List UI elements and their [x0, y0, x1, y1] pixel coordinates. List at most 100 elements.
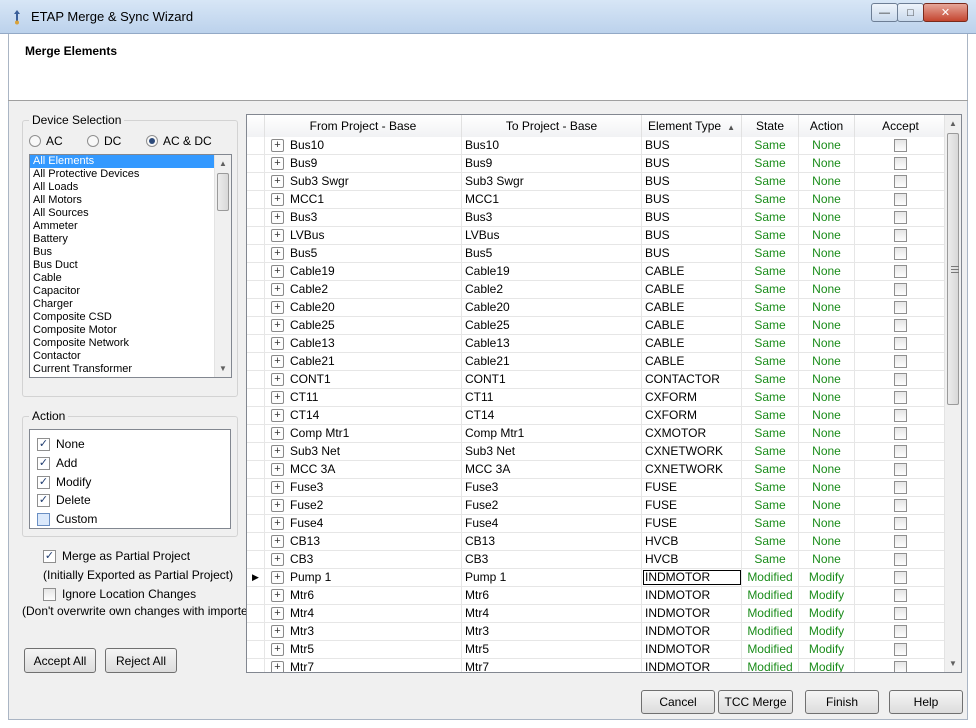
- accept-cell[interactable]: [855, 263, 946, 280]
- to-cell[interactable]: CB3: [462, 551, 642, 568]
- accept-checkbox[interactable]: [893, 427, 907, 440]
- column-header-accept[interactable]: Accept: [855, 115, 946, 137]
- row-header[interactable]: [247, 317, 265, 334]
- grid-row[interactable]: + CT14 CT14 CXFORM Same None: [247, 407, 946, 425]
- to-cell[interactable]: MCC1: [462, 191, 642, 208]
- action-cell[interactable]: Modify: [799, 587, 855, 604]
- grid-row[interactable]: ▶ + Pump 1 Pump 1 INDMOTOR Modified Modify: [247, 569, 946, 587]
- accept-cell[interactable]: [855, 623, 946, 640]
- row-header[interactable]: [247, 281, 265, 298]
- action-add[interactable]: ✓ Add: [37, 456, 77, 470]
- row-header[interactable]: [247, 245, 265, 262]
- expand-icon[interactable]: +: [271, 643, 284, 656]
- accept-cell[interactable]: [855, 659, 946, 672]
- row-header[interactable]: [247, 659, 265, 672]
- action-cell[interactable]: None: [799, 155, 855, 172]
- radio-ac-indicator[interactable]: [29, 135, 41, 147]
- action-cell[interactable]: None: [799, 227, 855, 244]
- action-cell[interactable]: Modify: [799, 641, 855, 658]
- radio-ac-dc[interactable]: AC & DC: [146, 134, 212, 148]
- action-delete[interactable]: ✓ Delete: [37, 493, 91, 507]
- grid-scroll-down-icon[interactable]: ▼: [945, 655, 961, 672]
- to-cell[interactable]: Fuse3: [462, 479, 642, 496]
- action-cell[interactable]: None: [799, 389, 855, 406]
- from-cell[interactable]: + Fuse3: [265, 479, 462, 496]
- column-header-state[interactable]: State: [742, 115, 799, 137]
- help-button[interactable]: Help: [889, 690, 963, 714]
- from-cell[interactable]: + Sub3 Net: [265, 443, 462, 460]
- accept-cell[interactable]: [855, 641, 946, 658]
- tcc-merge-button[interactable]: TCC Merge: [718, 690, 793, 714]
- from-cell[interactable]: + CONT1: [265, 371, 462, 388]
- expand-icon[interactable]: +: [271, 373, 284, 386]
- grid-row[interactable]: + Cable25 Cable25 CABLE Same None: [247, 317, 946, 335]
- expand-icon[interactable]: +: [271, 193, 284, 206]
- expand-icon[interactable]: +: [271, 247, 284, 260]
- type-cell[interactable]: BUS: [642, 209, 742, 226]
- accept-checkbox[interactable]: [893, 157, 907, 170]
- accept-checkbox[interactable]: [893, 517, 907, 530]
- device-list-item[interactable]: Bus Duct: [30, 259, 231, 272]
- row-header[interactable]: [247, 533, 265, 550]
- accept-checkbox[interactable]: [893, 175, 907, 188]
- expand-icon[interactable]: +: [271, 661, 284, 672]
- accept-checkbox[interactable]: [893, 283, 907, 296]
- from-cell[interactable]: + Mtr4: [265, 605, 462, 622]
- grid-scrollbar[interactable]: ▲ ▼: [944, 115, 961, 672]
- from-cell[interactable]: + CT14: [265, 407, 462, 424]
- to-cell[interactable]: Bus5: [462, 245, 642, 262]
- grid-row[interactable]: + Bus3 Bus3 BUS Same None: [247, 209, 946, 227]
- row-header[interactable]: [247, 263, 265, 280]
- type-cell[interactable]: CXMOTOR: [642, 425, 742, 442]
- type-cell[interactable]: CABLE: [642, 317, 742, 334]
- accept-checkbox[interactable]: [893, 337, 907, 350]
- from-cell[interactable]: + Cable19: [265, 263, 462, 280]
- row-header[interactable]: [247, 173, 265, 190]
- device-list-item[interactable]: Composite Network: [30, 337, 231, 350]
- type-cell[interactable]: FUSE: [642, 497, 742, 514]
- accept-cell[interactable]: [855, 497, 946, 514]
- accept-cell[interactable]: [855, 533, 946, 550]
- action-cell[interactable]: None: [799, 173, 855, 190]
- expand-icon[interactable]: +: [271, 265, 284, 278]
- from-cell[interactable]: + Cable13: [265, 335, 462, 352]
- grid-row[interactable]: + Mtr7 Mtr7 INDMOTOR Modified Modify: [247, 659, 946, 672]
- accept-cell[interactable]: [855, 587, 946, 604]
- grid-row[interactable]: + CB13 CB13 HVCB Same None: [247, 533, 946, 551]
- action-modify[interactable]: ✓ Modify: [37, 475, 91, 489]
- expand-icon[interactable]: +: [271, 409, 284, 422]
- accept-checkbox[interactable]: [893, 409, 907, 422]
- type-cell[interactable]: BUS: [642, 191, 742, 208]
- grid-row[interactable]: + LVBus LVBus BUS Same None: [247, 227, 946, 245]
- from-cell[interactable]: + Cable2: [265, 281, 462, 298]
- to-cell[interactable]: CT11: [462, 389, 642, 406]
- expand-icon[interactable]: +: [271, 391, 284, 404]
- type-cell[interactable]: INDMOTOR: [642, 569, 742, 586]
- grid-scroll-thumb[interactable]: [947, 133, 959, 405]
- to-cell[interactable]: Mtr6: [462, 587, 642, 604]
- grid-row[interactable]: + Bus10 Bus10 BUS Same None: [247, 137, 946, 155]
- type-cell[interactable]: CONTACTOR: [642, 371, 742, 388]
- expand-icon[interactable]: +: [271, 535, 284, 548]
- grid-row[interactable]: + Mtr3 Mtr3 INDMOTOR Modified Modify: [247, 623, 946, 641]
- from-cell[interactable]: + Cable25: [265, 317, 462, 334]
- action-cell[interactable]: Modify: [799, 605, 855, 622]
- type-cell[interactable]: FUSE: [642, 479, 742, 496]
- type-cell[interactable]: HVCB: [642, 551, 742, 568]
- type-cell[interactable]: INDMOTOR: [642, 641, 742, 658]
- grid-row[interactable]: + Cable13 Cable13 CABLE Same None: [247, 335, 946, 353]
- type-cell[interactable]: CABLE: [642, 335, 742, 352]
- expand-icon[interactable]: +: [271, 301, 284, 314]
- expand-icon[interactable]: +: [271, 355, 284, 368]
- scroll-up-icon[interactable]: ▲: [215, 155, 231, 172]
- merge-partial-checkbox[interactable]: ✓: [43, 549, 56, 563]
- scroll-down-icon[interactable]: ▼: [215, 360, 231, 377]
- column-header-action[interactable]: Action: [799, 115, 855, 137]
- action-cell[interactable]: None: [799, 371, 855, 388]
- row-header[interactable]: [247, 389, 265, 406]
- from-cell[interactable]: + Bus5: [265, 245, 462, 262]
- accept-cell[interactable]: [855, 155, 946, 172]
- expand-icon[interactable]: +: [271, 589, 284, 602]
- accept-cell[interactable]: [855, 515, 946, 532]
- device-listbox[interactable]: All Elements All Protective Devices All Lo…: [29, 154, 232, 378]
